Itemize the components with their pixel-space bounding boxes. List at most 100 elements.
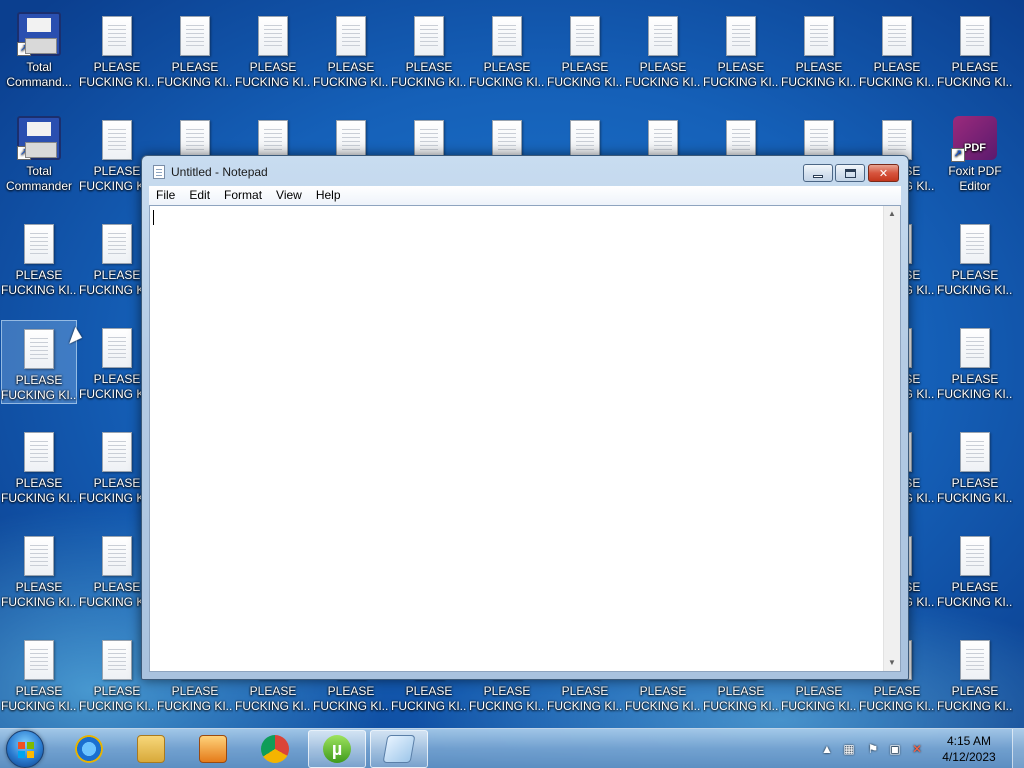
text-editor-area[interactable]: ▲ ▼ xyxy=(149,205,901,672)
text-document-icon xyxy=(24,432,54,472)
file-label-line1: PLEASE xyxy=(93,684,141,698)
file-label-line1: PLEASE xyxy=(405,684,453,698)
maximize-button[interactable] xyxy=(835,164,865,182)
show-hidden-icons-icon[interactable]: ▲ xyxy=(820,742,834,756)
file-label-line1: PLEASE xyxy=(171,684,219,698)
taskbar-notepad[interactable] xyxy=(370,730,428,768)
scroll-up-arrow-icon[interactable]: ▲ xyxy=(884,206,900,222)
desktop-file-icon[interactable]: PLEASEFUCKING KI... xyxy=(937,528,1013,612)
text-document-icon xyxy=(258,120,288,160)
desktop-file-icon[interactable]: PLEASEFUCKING KI... xyxy=(547,8,623,92)
menu-edit[interactable]: Edit xyxy=(182,186,217,205)
desktop-file-icon[interactable]: PLEASEFUCKING KI... xyxy=(469,8,545,92)
close-button[interactable]: ✕ xyxy=(868,164,899,182)
desktop-file-icon[interactable]: PLEASEFUCKING KI... xyxy=(625,8,701,92)
clock[interactable]: 4:15 AM 4/12/2023 xyxy=(934,733,1004,765)
desktop-file-icon[interactable]: PLEASEFUCKING KI... xyxy=(937,320,1013,404)
file-label-line2: FUCKING KI... xyxy=(781,699,857,713)
text-document-icon xyxy=(492,120,522,160)
text-document-icon xyxy=(336,16,366,56)
desktop-file-icon[interactable]: PLEASEFUCKING KI... xyxy=(235,8,311,92)
text-document-icon xyxy=(336,120,366,160)
scroll-down-arrow-icon[interactable]: ▼ xyxy=(884,655,900,671)
network-icon[interactable]: ▣ xyxy=(888,742,902,756)
desktop-file-icon[interactable]: PLEASEFUCKING KI... xyxy=(859,8,935,92)
start-button[interactable] xyxy=(6,730,44,768)
file-label-line1: PLEASE xyxy=(873,684,921,698)
folder-icon xyxy=(137,735,165,763)
file-label-line1: PLEASE xyxy=(717,684,765,698)
file-label-line1: PLEASE xyxy=(483,684,531,698)
notepad-titlebar[interactable]: Untitled - Notepad ✕ xyxy=(142,156,908,186)
shortcut-arrow-icon: ↗ xyxy=(951,148,965,162)
file-label-line1: PLEASE xyxy=(639,60,687,74)
text-document-icon xyxy=(102,536,132,576)
file-label-line2: FUCKING KI... xyxy=(1,388,77,402)
menu-format[interactable]: Format xyxy=(217,186,269,205)
desktop-file-icon[interactable]: PLEASEFUCKING KI... xyxy=(1,424,77,508)
minimize-button[interactable] xyxy=(803,164,833,182)
desktop-file-icon[interactable]: PLEASEFUCKING KI... xyxy=(937,8,1013,92)
volume-muted-icon[interactable]: ✕ xyxy=(910,742,924,756)
taskbar-utorrent[interactable]: µ xyxy=(308,730,366,768)
file-label-line1: PLEASE xyxy=(795,684,843,698)
file-label-line1: PLEASE xyxy=(795,60,843,74)
taskbar-media-player[interactable] xyxy=(184,730,242,768)
chrome-icon xyxy=(261,735,289,763)
tray-app-icon[interactable]: ▦ xyxy=(842,742,856,756)
text-document-icon xyxy=(414,16,444,56)
desktop-file-icon[interactable]: PLEASEFUCKING KI... xyxy=(781,8,857,92)
file-label-line2: FUCKING KI... xyxy=(625,75,701,89)
menu-file[interactable]: File xyxy=(149,186,182,205)
notepad-window[interactable]: Untitled - Notepad ✕ File Edit Format Vi… xyxy=(141,155,909,680)
menu-bar: File Edit Format View Help xyxy=(149,186,901,205)
app-label-line1: Total xyxy=(26,60,52,74)
desktop-file-icon[interactable]: PLEASEFUCKING KI... xyxy=(937,632,1013,716)
file-label-line1: PLEASE xyxy=(15,580,63,594)
text-document-icon xyxy=(492,16,522,56)
taskbar-windows-explorer[interactable] xyxy=(122,730,180,768)
file-label-line1: PLEASE xyxy=(171,60,219,74)
desktop-file-icon[interactable]: PLEASEFUCKING KI... xyxy=(1,528,77,612)
app-label-line1: Total xyxy=(26,164,52,178)
foxit-pdf-editor-shortcut[interactable]: PDF ↗ Foxit PDF Editor xyxy=(937,112,1013,196)
taskbar-internet-explorer[interactable] xyxy=(60,730,118,768)
file-label-line2: FUCKING KI... xyxy=(937,283,1013,297)
total-commander-shortcut[interactable]: ↗ Total Commander xyxy=(1,112,77,196)
menu-view[interactable]: View xyxy=(269,186,309,205)
file-label-line2: FUCKING KI... xyxy=(313,75,389,89)
show-desktop-button[interactable] xyxy=(1012,729,1024,768)
desktop-file-icon[interactable]: PLEASEFUCKING KI... xyxy=(703,8,779,92)
total-commander-64-shortcut[interactable]: ↗ Total Command... xyxy=(1,8,77,92)
desktop-file-icon[interactable]: PLEASEFUCKING KI... xyxy=(157,8,233,92)
vertical-scrollbar[interactable]: ▲ ▼ xyxy=(883,206,900,671)
desktop-file-icon[interactable]: PLEASEFUCKING KI... xyxy=(937,424,1013,508)
text-document-icon xyxy=(960,16,990,56)
file-label-line2: FUCKING KI... xyxy=(937,699,1013,713)
file-label-line2: FUCKING KI... xyxy=(1,491,77,505)
desktop-file-icon[interactable]: PLEASEFUCKING KI... xyxy=(1,632,77,716)
menu-help[interactable]: Help xyxy=(309,186,348,205)
app-label-line1: Foxit PDF xyxy=(948,164,1002,178)
file-label-line2: FUCKING KI... xyxy=(235,75,311,89)
notepad-app-icon xyxy=(153,165,165,179)
file-label-line2: FUCKING KI... xyxy=(157,699,233,713)
text-document-icon xyxy=(960,640,990,680)
clock-date: 4/12/2023 xyxy=(942,750,996,764)
app-label-line2: Editor xyxy=(959,179,991,193)
file-label-line1: PLEASE xyxy=(873,60,921,74)
media-player-icon xyxy=(199,735,227,763)
desktop-file-icon[interactable]: PLEASEFUCKING KI... xyxy=(937,216,1013,300)
file-label-line2: FUCKING KI... xyxy=(1,595,77,609)
taskbar-chrome[interactable] xyxy=(246,730,304,768)
shortcut-arrow-icon: ↗ xyxy=(17,42,31,56)
action-center-flag-icon[interactable]: ⚑ xyxy=(866,742,880,756)
desktop-file-icon[interactable]: PLEASEFUCKING KI... xyxy=(313,8,389,92)
desktop-file-icon[interactable]: PLEASEFUCKING KI... xyxy=(79,8,155,92)
desktop-file-icon[interactable]: PLEASEFUCKING KI... xyxy=(1,320,77,404)
floppy-disk-icon: ↗ xyxy=(17,116,61,160)
text-document-icon xyxy=(960,328,990,368)
desktop-file-icon[interactable]: PLEASEFUCKING KI... xyxy=(1,216,77,300)
app-label-line2: Commander xyxy=(5,179,73,193)
desktop-file-icon[interactable]: PLEASEFUCKING KI... xyxy=(391,8,467,92)
